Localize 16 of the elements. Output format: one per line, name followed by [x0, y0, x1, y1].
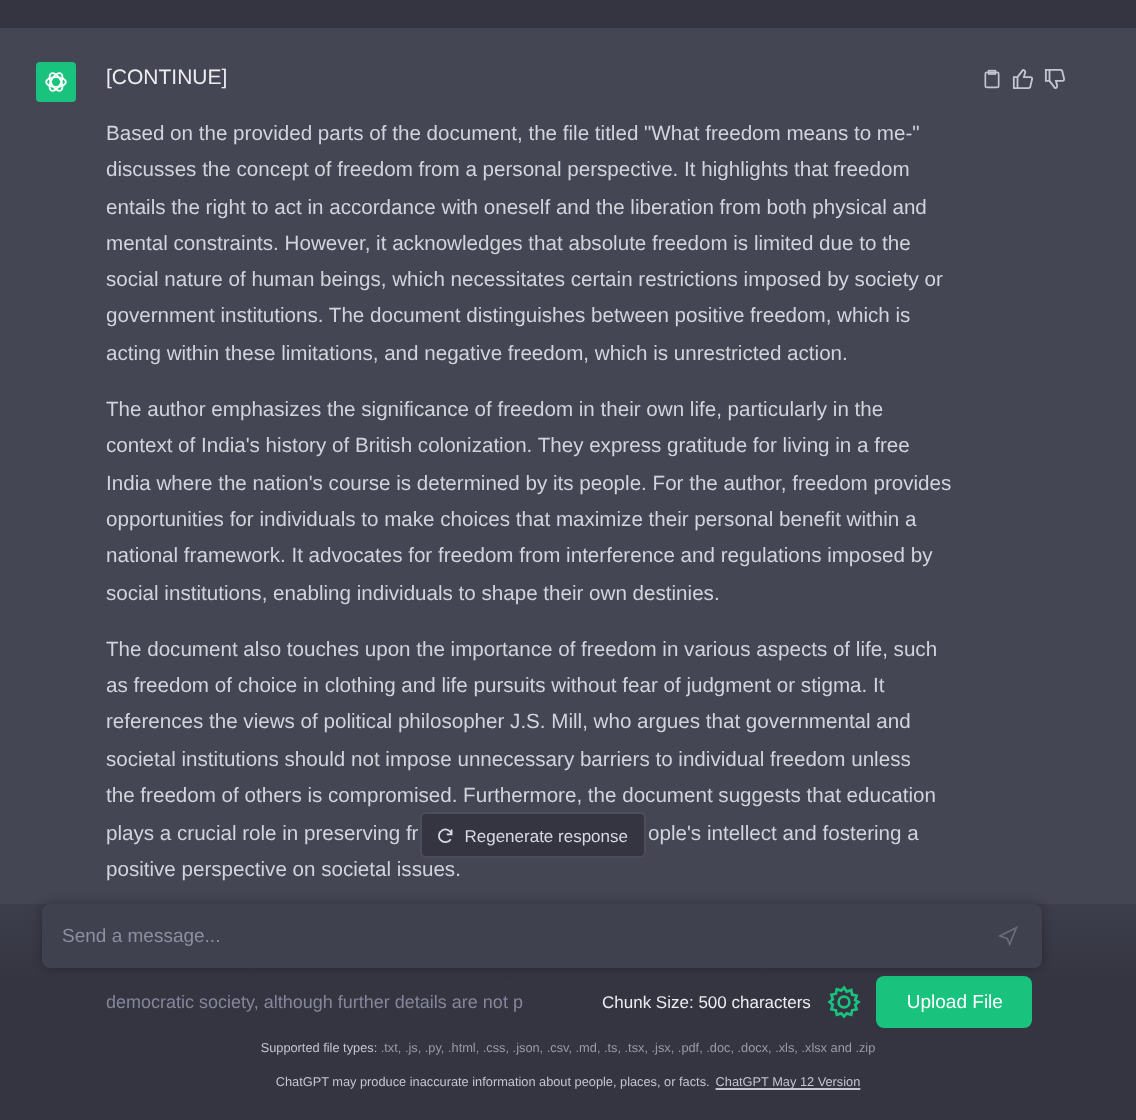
response-text: ople's intellect and fostering a — [648, 823, 919, 846]
response-text: positive perspective on societal issues. — [106, 857, 461, 886]
thumbs-up-icon[interactable] — [1012, 67, 1034, 89]
faded-response-text: democratic society, although further details are not p — [106, 992, 525, 1012]
response-paragraph: The author emphasizes the significance of freedom in their own life, particularly in the context of India's history of British colonization. They express gratitude for living in a free India where the nation's course is determined by its people. For the author, freedom provides opportunities for individuals to make choices that maximize their personal benefit within a national framework. It advocates for freedom from interference and regulations imposed by social institutions, enabling individuals to shape their own destinies. — [106, 398, 952, 610]
assistant-avatar-icon — [36, 62, 76, 102]
chunk-size-label: Chunk Size: 500 characters — [602, 992, 811, 1012]
message-input-field[interactable]: Send a message... — [42, 904, 1042, 968]
thumbs-down-icon[interactable] — [1044, 67, 1066, 89]
copy-icon[interactable] — [982, 67, 1002, 89]
regenerate-response-button[interactable]: Regenerate response — [420, 812, 646, 858]
refresh-icon — [438, 827, 455, 843]
response-paragraph: Based on the provided parts of the document, the file titled "What freedom means to me-" discusses the concept of freedom from a personal perspective. It highlights that freedom entails the right to act in accordance with oneself and the liberation from both physical and mental constraints. However, it acknowledges that absolute freedom is limited due to the social nature of human beings, which necessitates certain restrictions imposed by society or government institutions. The document distinguishes between positive freedom, which is acting within these limitations, and negative freedom, which is unrestricted action. — [106, 122, 943, 370]
response-text: plays a crucial role in preserving fr — [106, 823, 419, 846]
message-title: [CONTINUE] — [106, 66, 228, 90]
settings-icon[interactable] — [826, 984, 863, 1020]
